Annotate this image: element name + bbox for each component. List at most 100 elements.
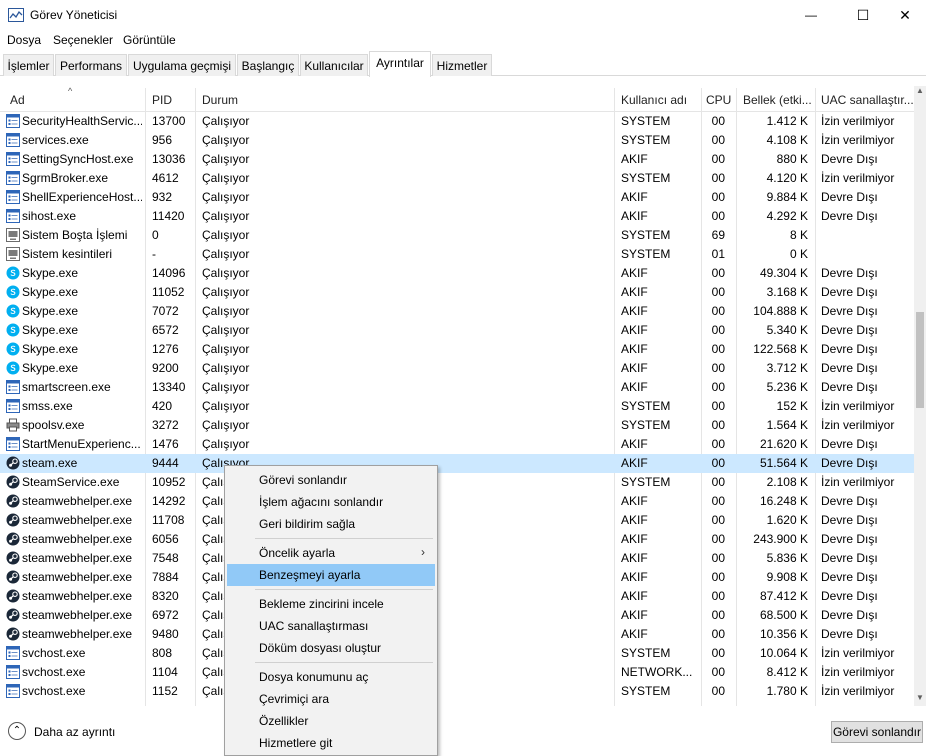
cell-memory: 1.780 K — [766, 684, 808, 698]
table-row[interactable]: Skype.exe 1276 Çalışıyor AKIF 00 122.568 K Dev… — [0, 340, 914, 359]
context-menu-item[interactable]: Öncelik ayarla › — [227, 542, 435, 564]
context-menu-item[interactable]: Döküm dosyası oluştur — [227, 637, 435, 659]
tab-islemler[interactable]: İşlemler — [3, 54, 54, 76]
table-row[interactable]: steamwebhelper.exe7548ÇalışıyorAKIF005.8… — [0, 549, 914, 568]
table-row[interactable]: svchost.exe808ÇalışıyorSYSTEM0010.064 Kİ… — [0, 644, 914, 663]
table-row[interactable]: steamwebhelper.exe7884ÇalışıyorAKIF009.9… — [0, 568, 914, 587]
table-row[interactable]: Skype.exe 6572 Çalışıyor AKIF 00 5.340 K Devre… — [0, 321, 914, 340]
table-row[interactable]: steamwebhelper.exe6972ÇalışıyorAKIF0068.… — [0, 606, 914, 625]
context-menu-item[interactable]: UAC sanallaştırması — [227, 615, 435, 637]
scrollbar-thumb[interactable] — [916, 312, 924, 408]
cell-pid: 11708 — [152, 513, 185, 527]
cell-status: Çalışıyor — [202, 171, 250, 185]
table-row[interactable]: ShellExperienceHost... 932 Çalışıyor AKIF 00… — [0, 188, 914, 207]
cell-pid: 10952 — [152, 475, 186, 489]
table-row[interactable]: Skype.exe 7072 Çalışıyor AKIF 00 104.888 K Dev… — [0, 302, 914, 321]
skype-icon — [6, 285, 20, 299]
table-row[interactable]: Skype.exe 9200 Çalışıyor AKIF 00 3.712 K Devre… — [0, 359, 914, 378]
maximize-button[interactable]: ☐ — [840, 0, 886, 30]
table-row[interactable]: smartscreen.exe 13340 Çalışıyor AKIF 00 5.236… — [0, 378, 914, 397]
steam-icon — [6, 513, 20, 527]
table-row-selected[interactable]: steam.exe 9444 Çalışıyor AKIF 00 51.564 K Devr… — [0, 454, 914, 473]
column-header-uac[interactable]: UAC sanallaştır... — [821, 86, 913, 112]
tab-hizmetler[interactable]: Hizmetler — [432, 54, 492, 76]
cell-memory: 2.108 K — [766, 475, 808, 489]
cell-cpu: 00 — [711, 570, 725, 584]
tab-performans[interactable]: Performans — [55, 54, 127, 76]
table-row[interactable]: steamwebhelper.exe11708ÇalışıyorAKIF001.… — [0, 511, 914, 530]
table-row[interactable]: SteamService.exe10952ÇalışıyorSYSTEM002.… — [0, 473, 914, 492]
column-header-ad[interactable]: Ad — [10, 86, 140, 112]
cell-status: Çalışıyor — [202, 437, 250, 451]
table-row[interactable]: svchost.exe1104ÇalışıyorNETWORK...008.41… — [0, 663, 914, 682]
cell-user: AKIF — [621, 570, 648, 584]
cell-cpu: 00 — [711, 532, 725, 546]
table-row[interactable]: steamwebhelper.exe8320ÇalışıyorAKIF0087.… — [0, 587, 914, 606]
context-menu-item-label: Geri bildirim sağla — [259, 517, 356, 531]
table-row[interactable]: Sistem Boşta İşlemi 0 Çalışıyor SYSTEM 69 8 K — [0, 226, 914, 245]
cell-pid: 1276 — [152, 342, 179, 356]
scroll-up-icon[interactable]: ▲ — [914, 86, 926, 98]
table-row[interactable]: steamwebhelper.exe6056ÇalışıyorAKIF00243… — [0, 530, 914, 549]
cell-user: AKIF — [621, 589, 648, 603]
cell-name: Sistem kesintileri — [22, 247, 113, 261]
cell-name: Skype.exe — [22, 266, 79, 280]
context-menu-item-label: Dosya konumunu aç — [259, 670, 369, 684]
context-menu-item[interactable]: Görevi sonlandır — [227, 469, 435, 491]
cell-memory: 3.168 K — [766, 285, 808, 299]
skype-icon — [6, 342, 20, 356]
cell-name: steamwebhelper.exe — [22, 608, 133, 622]
menu-goruntule[interactable]: Görüntüle — [123, 33, 176, 47]
tab-ayrintilar[interactable]: Ayrıntılar — [369, 51, 431, 77]
context-menu-item[interactable]: Benzeşmeyi ayarla — [227, 564, 435, 586]
table-row[interactable]: svchost.exe1152ÇalışıyorSYSTEM001.780 Kİ… — [0, 682, 914, 701]
menu-dosya[interactable]: Dosya — [7, 33, 41, 47]
cell-uac: Devre Dışı — [821, 209, 878, 223]
table-row[interactable]: StartMenuExperienc... 1476 Çalışıyor AKIF 00… — [0, 435, 914, 454]
tab-uygulama-gecmisi[interactable]: Uygulama geçmişi — [128, 54, 236, 76]
table-row[interactable]: Skype.exe 14096 Çalışıyor AKIF 00 49.304 K Dev… — [0, 264, 914, 283]
table-row[interactable]: steamwebhelper.exe14292ÇalışıyorAKIF0016… — [0, 492, 914, 511]
table-row[interactable]: steamwebhelper.exe9480ÇalışıyorAKIF0010.… — [0, 625, 914, 644]
table-row[interactable]: services.exe 956 Çalışıyor SYSTEM 00 4.108 K İ… — [0, 131, 914, 150]
column-header-kullanici[interactable]: Kullanıcı adı — [621, 86, 699, 112]
cell-uac: Devre Dışı — [821, 361, 878, 375]
cell-status: Çalışıyor — [202, 361, 250, 375]
close-button[interactable]: ✕ — [882, 0, 926, 30]
scroll-down-icon[interactable]: ▼ — [914, 693, 926, 705]
context-menu-item[interactable]: Dosya konumunu aç — [227, 666, 435, 688]
steam-icon — [6, 570, 20, 584]
table-row[interactable]: SettingSyncHost.exe 13036 Çalışıyor AKIF 00 8… — [0, 150, 914, 169]
menu-secenekler[interactable]: Seçenekler — [53, 33, 113, 47]
column-header-pid[interactable]: PID — [152, 86, 192, 112]
table-row[interactable]: SecurityHealthServic... 13700 Çalışıyor SYS… — [0, 112, 914, 131]
generic-icon — [6, 133, 20, 147]
column-header-durum[interactable]: Durum — [202, 86, 602, 112]
table-row[interactable]: SgrmBroker.exe 4612 Çalışıyor SYSTEM 00 4.120… — [0, 169, 914, 188]
close-icon: ✕ — [899, 6, 911, 23]
table-row[interactable]: spoolsv.exe 3272 Çalışıyor SYSTEM 00 1.564 K İ… — [0, 416, 914, 435]
tab-baslangic[interactable]: Başlangıç — [237, 54, 299, 76]
table-row[interactable]: Skype.exe 11052 Çalışıyor AKIF 00 3.168 K Devr… — [0, 283, 914, 302]
minimize-button[interactable]: — — [788, 0, 834, 30]
column-header-cpu[interactable]: CPU — [706, 86, 734, 112]
context-menu-item[interactable]: İşlem ağacını sonlandır — [227, 491, 435, 513]
cell-cpu: 00 — [711, 342, 725, 356]
context-menu-item[interactable]: Bekleme zincirini incele — [227, 593, 435, 615]
end-task-button[interactable]: Görevi sonlandır — [831, 721, 923, 743]
cell-user: SYSTEM — [621, 399, 671, 413]
tab-kullanicilar[interactable]: Kullanıcılar — [300, 54, 368, 76]
context-menu-item[interactable]: Çevrimiçi ara — [227, 688, 435, 710]
table-row[interactable]: smss.exe 420 Çalışıyor SYSTEM 00 152 K İzin ve… — [0, 397, 914, 416]
context-menu-item[interactable]: Özellikler — [227, 710, 435, 732]
vertical-scrollbar[interactable]: ▲ ▼ — [914, 86, 926, 706]
cell-user: AKIF — [621, 380, 648, 394]
context-menu-item[interactable]: Hizmetlere git — [227, 732, 435, 754]
table-row[interactable]: sihost.exe 11420 Çalışıyor AKIF 00 4.292 K Dev… — [0, 207, 914, 226]
cell-name: Skype.exe — [22, 323, 79, 337]
cell-uac — [821, 228, 913, 244]
context-menu-item[interactable]: Geri bildirim sağla — [227, 513, 435, 535]
table-row[interactable]: Sistem kesintileri - Çalışıyor SYSTEM 01 0 K — [0, 245, 914, 264]
column-header-bellek[interactable]: Bellek (etki... — [743, 86, 813, 112]
cell-pid: 3272 — [152, 418, 179, 432]
